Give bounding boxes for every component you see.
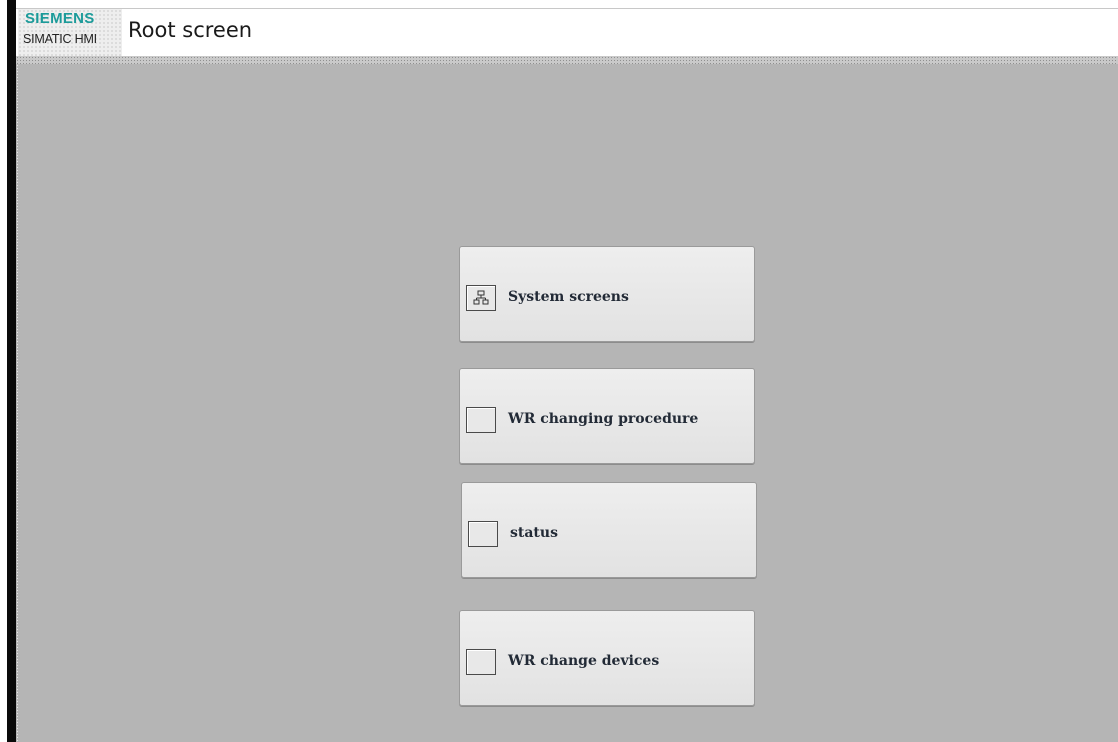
button-label: WR changing procedure bbox=[508, 411, 699, 427]
wr-change-devices-button[interactable]: WR change devices bbox=[459, 610, 755, 706]
button-label: System screens bbox=[508, 289, 629, 305]
button-label: WR change devices bbox=[508, 653, 660, 669]
button-label: status bbox=[510, 525, 558, 541]
status-button[interactable]: status bbox=[461, 482, 757, 578]
wr-changing-procedure-button[interactable]: WR changing procedure bbox=[459, 368, 755, 464]
blank-icon bbox=[466, 649, 496, 675]
blank-icon bbox=[466, 407, 496, 433]
system-screens-button[interactable]: System screens bbox=[459, 246, 755, 342]
header: SIEMENS SIMATIC HMI Root screen bbox=[16, 8, 1118, 57]
brand-name: SIEMENS bbox=[25, 10, 95, 27]
screen-title: Root screen bbox=[128, 18, 253, 42]
left-border bbox=[7, 0, 16, 742]
hmi-window: SIEMENS SIMATIC HMI Root screen System s… bbox=[0, 0, 1118, 742]
siemens-logo: SIEMENS SIMATIC HMI bbox=[18, 9, 122, 57]
blank-icon bbox=[468, 521, 498, 547]
system-screens-icon bbox=[466, 285, 496, 311]
canvas-edge bbox=[16, 64, 20, 742]
product-name: SIMATIC HMI bbox=[23, 32, 97, 46]
header-divider bbox=[16, 56, 1118, 64]
